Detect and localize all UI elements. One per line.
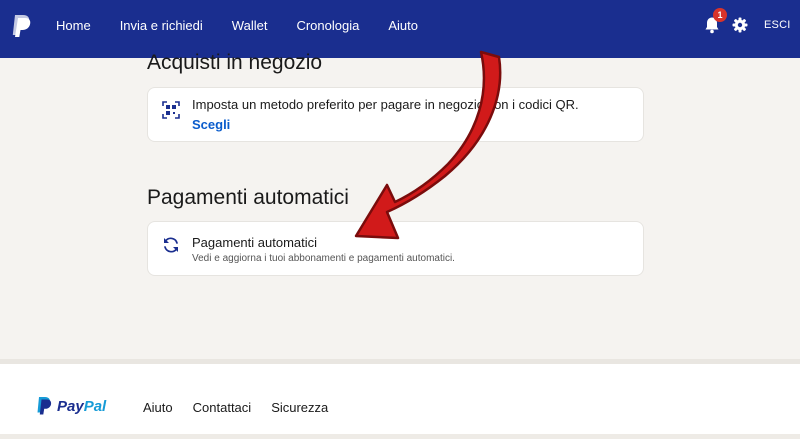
wordmark-pay: Pay <box>57 398 84 415</box>
footer-bottom-strip <box>0 434 800 439</box>
nav-send-request[interactable]: Invia e richiedi <box>120 18 203 33</box>
paypal-logo-icon[interactable] <box>36 396 52 416</box>
footer-link-contact[interactable]: Contattaci <box>193 400 252 415</box>
card-automatic-subtitle: Vedi e aggiorna i tuoi abbonamenti e pag… <box>192 253 455 264</box>
card-qr-description: Imposta un metodo preferito per pagare i… <box>192 97 579 112</box>
gear-icon[interactable] <box>732 17 748 33</box>
footer-links: Aiuto Contattaci Sicurezza <box>143 400 348 415</box>
main-nav: Home Invia e richiedi Wallet Cronologia … <box>56 0 447 50</box>
nav-history[interactable]: Cronologia <box>296 18 359 33</box>
footer-link-help[interactable]: Aiuto <box>143 400 173 415</box>
red-arrow-shape <box>354 50 502 240</box>
footer-link-security[interactable]: Sicurezza <box>271 400 328 415</box>
notification-badge: 1 <box>713 8 727 22</box>
card-automatic-payments[interactable]: Pagamenti automatici Vedi e aggiorna i t… <box>147 221 644 276</box>
logout-link[interactable]: ESCI <box>764 19 790 31</box>
paypal-wordmark[interactable]: PayPal <box>57 398 106 415</box>
card-automatic-title: Pagamenti automatici <box>192 235 318 250</box>
refresh-icon <box>164 237 178 253</box>
top-navigation-bar: Home Invia e richiedi Wallet Cronologia … <box>0 0 800 58</box>
card-qr-preferred-method[interactable]: Imposta un metodo preferito per pagare i… <box>147 87 644 142</box>
section-title-automatic-payments: Pagamenti automatici <box>147 186 349 209</box>
choose-link[interactable]: Scegli <box>192 117 230 132</box>
footer: PayPal Aiuto Contattaci Sicurezza <box>0 364 800 439</box>
qr-code-icon <box>162 101 180 119</box>
paypal-logo-icon[interactable] <box>10 13 32 39</box>
nav-home[interactable]: Home <box>56 18 91 33</box>
nav-wallet[interactable]: Wallet <box>232 18 268 33</box>
wordmark-pal: Pal <box>83 398 107 415</box>
section-title-in-store: Acquisti in negozio <box>147 51 323 74</box>
nav-help[interactable]: Aiuto <box>388 18 418 33</box>
